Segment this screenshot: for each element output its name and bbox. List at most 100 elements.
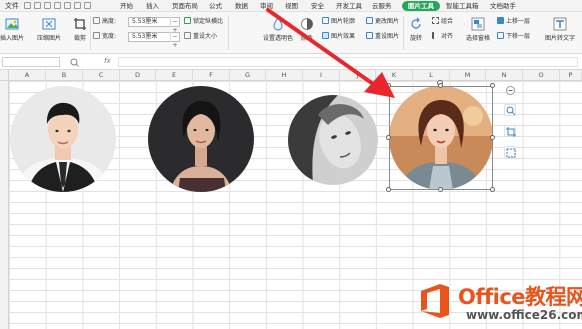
resize-handle-left[interactable] bbox=[386, 135, 391, 140]
rotate-button[interactable]: 旋转 bbox=[406, 17, 426, 42]
column-header[interactable]: C bbox=[83, 70, 120, 81]
tab-developer[interactable]: 开发工具 bbox=[336, 1, 362, 11]
format-painter-icon[interactable] bbox=[74, 2, 81, 9]
picture-to-text-button[interactable]: 图片转文字 bbox=[542, 17, 578, 42]
group-icon bbox=[432, 17, 439, 24]
width-icon-label: 宽度: bbox=[93, 32, 116, 41]
column-header[interactable]: K bbox=[376, 70, 413, 81]
compress-picture-button[interactable]: 压缩图片 bbox=[34, 17, 64, 42]
insert-picture-button[interactable]: 插入图片 bbox=[0, 17, 24, 42]
column-header[interactable]: A bbox=[9, 70, 46, 81]
column-header[interactable]: F bbox=[193, 70, 230, 81]
name-box[interactable] bbox=[2, 57, 60, 67]
insert-picture-icon bbox=[5, 18, 19, 30]
align-label: 对齐 bbox=[441, 33, 454, 40]
picture-effect-button[interactable]: 图片效果 bbox=[322, 32, 355, 41]
tab-view[interactable]: 视图 bbox=[285, 1, 298, 11]
resize-handle-top-right[interactable] bbox=[490, 83, 495, 88]
select-all-corner[interactable] bbox=[0, 70, 9, 81]
column-header[interactable]: M bbox=[450, 70, 486, 81]
tab-review[interactable]: 审阅 bbox=[260, 1, 273, 11]
transparent-color-icon bbox=[273, 17, 283, 31]
width-input[interactable]: 5.53厘米 − + bbox=[128, 32, 180, 49]
man-portrait-image bbox=[10, 86, 116, 192]
column-header[interactable]: J bbox=[340, 70, 376, 81]
height-icon bbox=[93, 17, 100, 24]
width-stepper[interactable]: − + bbox=[170, 32, 179, 49]
send-backward-button[interactable]: 下移一层 bbox=[497, 32, 530, 41]
tab-cloud[interactable]: 云服务 bbox=[372, 1, 392, 11]
circular-photo-man[interactable] bbox=[10, 86, 116, 192]
tab-doc-assistant[interactable]: 文档助手 bbox=[490, 1, 516, 11]
print-icon[interactable] bbox=[34, 2, 41, 9]
fx-icon[interactable]: fx bbox=[104, 57, 111, 65]
quick-access-more-icon[interactable] bbox=[84, 2, 91, 9]
crop-float-button[interactable] bbox=[504, 125, 516, 137]
picture-outline-button[interactable]: 图片轮廓 bbox=[322, 17, 355, 26]
resize-handle-right[interactable] bbox=[490, 135, 495, 140]
width-value: 5.53厘米 bbox=[132, 33, 158, 40]
reset-picture-button[interactable]: 重设图片 bbox=[366, 32, 399, 41]
tab-insert[interactable]: 插入 bbox=[146, 1, 159, 11]
bring-forward-button[interactable]: 上移一层 bbox=[497, 17, 530, 26]
preview-icon[interactable] bbox=[44, 2, 51, 9]
woman-portrait-image bbox=[148, 86, 254, 192]
redo-icon[interactable] bbox=[64, 2, 71, 9]
bring-forward-icon bbox=[497, 17, 504, 24]
selection-frame bbox=[389, 86, 493, 190]
save-icon[interactable] bbox=[24, 2, 31, 9]
crop-button[interactable]: 裁剪 bbox=[70, 17, 90, 42]
circular-photo-woman-dark[interactable] bbox=[148, 86, 254, 192]
zoom-icon[interactable] bbox=[70, 58, 79, 67]
collapse-icon[interactable] bbox=[506, 86, 515, 95]
resize-handle-top[interactable] bbox=[438, 83, 443, 88]
lock-ratio-checkbox[interactable]: 锁定纵横比 bbox=[184, 17, 223, 26]
column-header[interactable]: H bbox=[266, 70, 303, 81]
column-header[interactable]: I bbox=[303, 70, 340, 81]
tab-formulas[interactable]: 公式 bbox=[209, 1, 222, 11]
resize-handle-bottom[interactable] bbox=[438, 187, 443, 192]
column-header[interactable]: G bbox=[230, 70, 266, 81]
column-header[interactable]: L bbox=[413, 70, 450, 81]
resize-handle-bottom-right[interactable] bbox=[490, 187, 495, 192]
magnifier-icon bbox=[506, 106, 516, 116]
tab-picture-tools[interactable]: 图片工具 bbox=[402, 1, 440, 11]
selection-pane-icon bbox=[471, 17, 485, 31]
column-header[interactable]: N bbox=[486, 70, 523, 81]
column-header[interactable]: P bbox=[560, 70, 582, 81]
selection-pane-button[interactable]: 选择窗格 bbox=[462, 17, 494, 42]
column-header[interactable]: B bbox=[46, 70, 83, 81]
height-input[interactable]: 5.53厘米 − + bbox=[128, 17, 180, 34]
formula-input[interactable] bbox=[118, 57, 578, 67]
tab-security[interactable]: 安全 bbox=[311, 1, 324, 11]
set-transparent-button[interactable]: 设置透明色 bbox=[258, 17, 298, 42]
tab-smart-tools[interactable]: 智能工具箱 bbox=[446, 1, 479, 11]
change-picture-button[interactable]: 更改图片 bbox=[366, 17, 399, 26]
circular-photo-grayscale[interactable] bbox=[288, 95, 378, 185]
send-backward-label: 下移一层 bbox=[506, 33, 531, 40]
height-value: 5.53厘米 bbox=[132, 18, 158, 25]
undo-icon[interactable] bbox=[54, 2, 61, 9]
column-header[interactable]: O bbox=[523, 70, 560, 81]
reset-size-button[interactable]: 重设大小 bbox=[184, 32, 217, 41]
resize-handle-bottom-left[interactable] bbox=[386, 187, 391, 192]
zoom-picture-button[interactable] bbox=[504, 104, 516, 116]
tab-page-layout[interactable]: 页面布局 bbox=[172, 1, 198, 11]
color-button[interactable]: 颜色 bbox=[298, 17, 316, 42]
set-transparent-label: 设置透明色 bbox=[262, 35, 293, 42]
align-button[interactable]: 对齐 bbox=[432, 32, 453, 41]
checkbox-checked-icon bbox=[184, 17, 191, 24]
tab-data[interactable]: 数据 bbox=[235, 1, 248, 11]
tab-home[interactable]: 开始 bbox=[120, 1, 133, 11]
file-menu[interactable]: 文件 bbox=[2, 1, 22, 11]
height-stepper[interactable]: − + bbox=[170, 17, 179, 34]
column-header[interactable]: D bbox=[120, 70, 156, 81]
crop-icon bbox=[506, 127, 516, 137]
group-button[interactable]: 组合 bbox=[432, 17, 453, 26]
ocr-float-button[interactable] bbox=[504, 146, 516, 158]
reset-picture-label: 重设图片 bbox=[375, 33, 400, 40]
bring-forward-label: 上移一层 bbox=[506, 18, 531, 25]
column-header[interactable]: E bbox=[156, 70, 193, 81]
row-headers bbox=[0, 81, 9, 329]
resize-handle-top-left[interactable] bbox=[386, 83, 391, 88]
